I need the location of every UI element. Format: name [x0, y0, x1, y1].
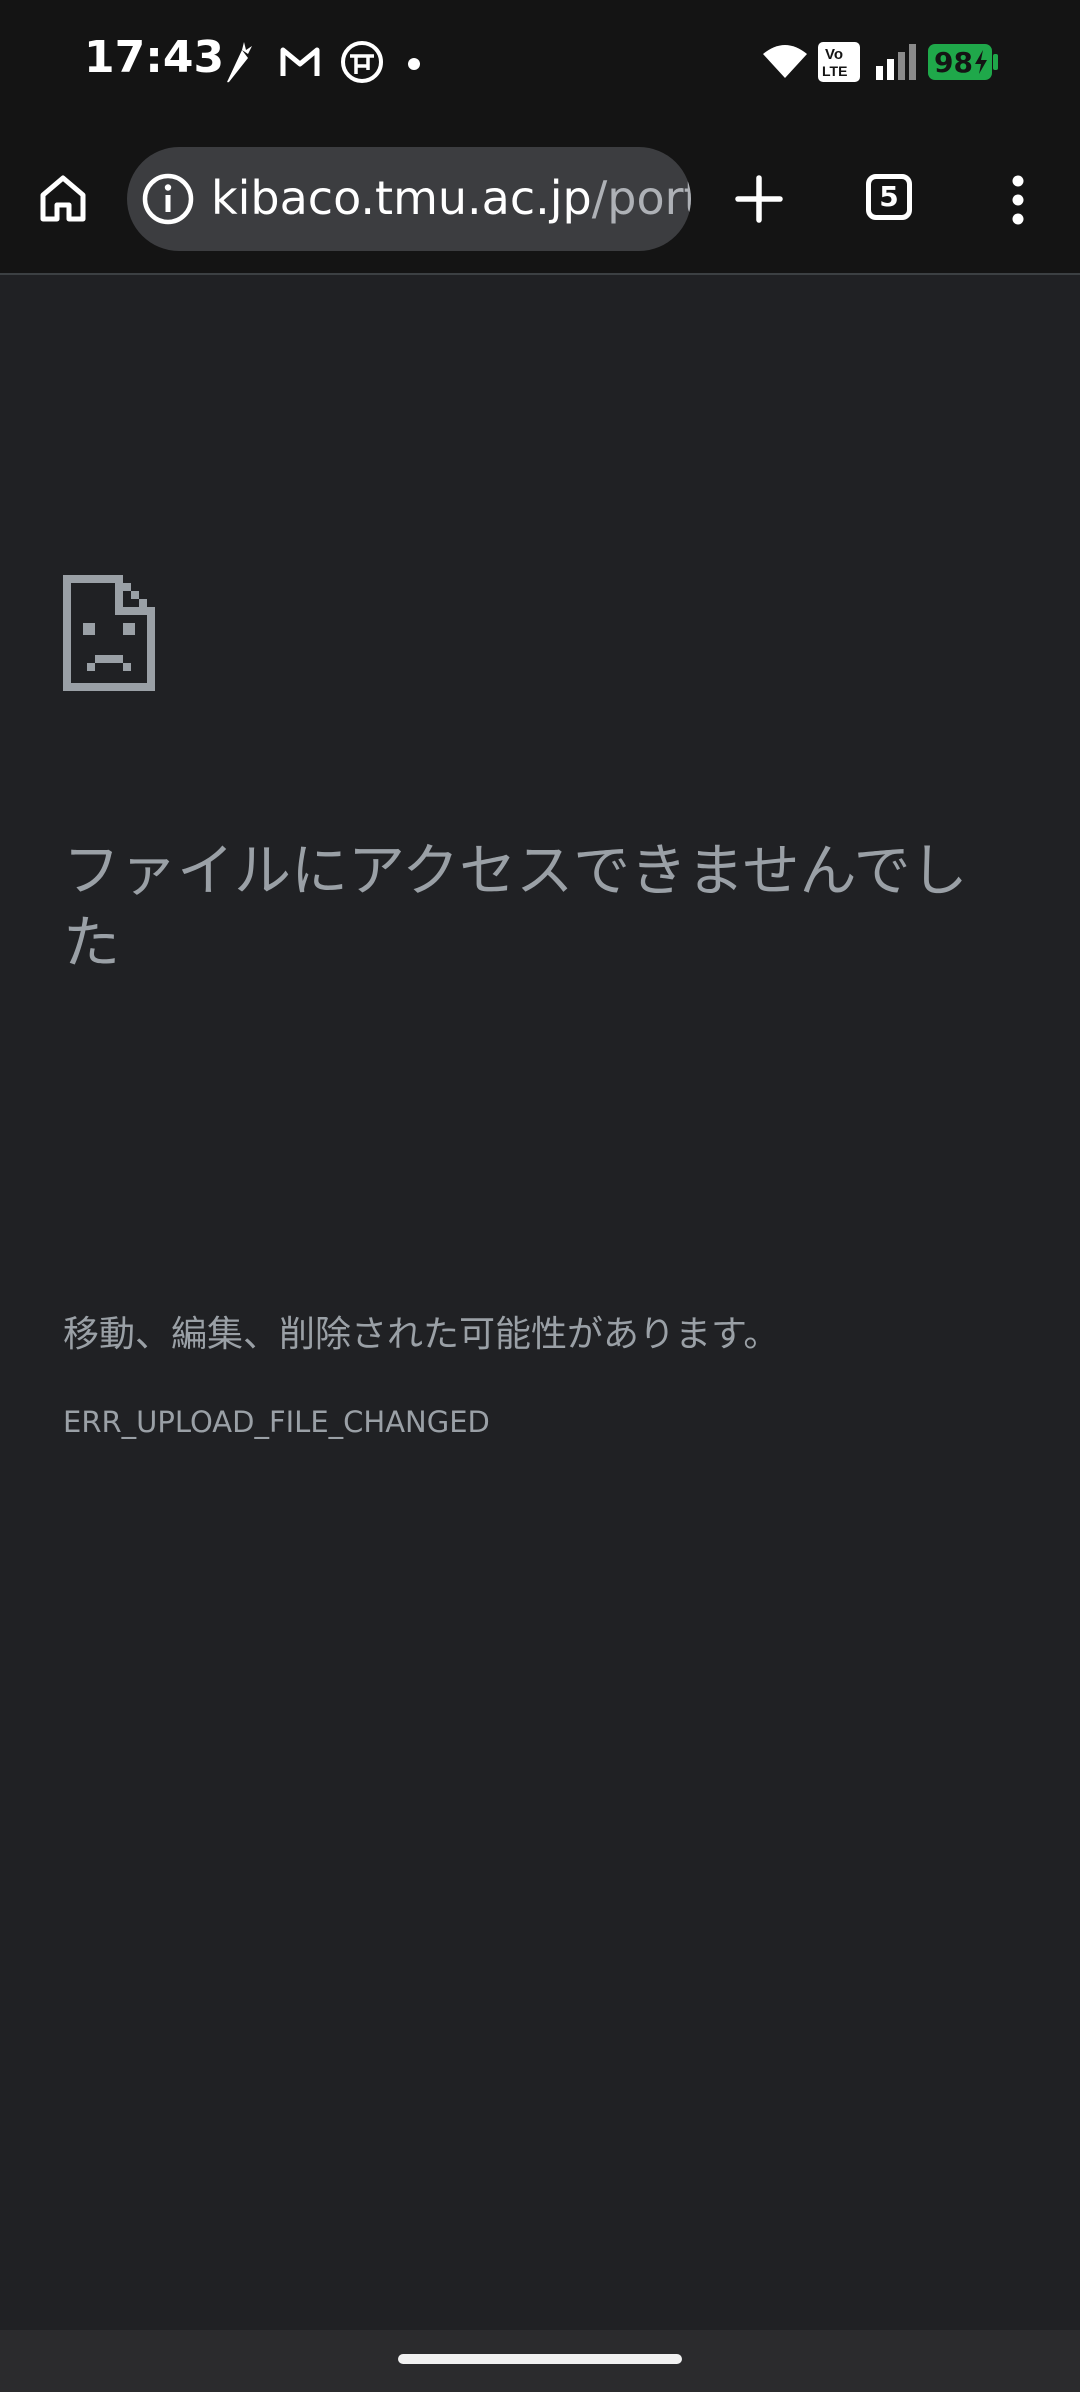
url-text: kibaco.tmu.ac.jp/port [211, 171, 691, 225]
home-icon [40, 175, 86, 222]
globe-app-icon [340, 40, 384, 88]
battery-percent: 98 [934, 46, 973, 79]
svg-text:LTE: LTE [822, 63, 847, 79]
new-tab-button[interactable] [735, 175, 783, 227]
address-bar[interactable]: kibaco.tmu.ac.jp/port [127, 147, 691, 251]
volte-badge: Vo LTE [818, 42, 860, 82]
url-path: /port [591, 171, 691, 225]
battery-tip [993, 54, 998, 70]
three-dots-vertical-icon [1012, 175, 1024, 225]
gmail-icon [280, 46, 320, 82]
error-description: 移動、編集、削除された可能性があります。 [63, 1314, 780, 1355]
tab-count: 5 [879, 180, 899, 213]
home-button[interactable] [38, 173, 88, 227]
plus-icon [735, 175, 783, 223]
error-title: ファイルにアクセスできませんでした [63, 838, 968, 976]
tab-switcher-button[interactable]: 5 [866, 174, 912, 220]
browser-toolbar: kibaco.tmu.ac.jp/port 5 [0, 125, 1080, 275]
carrot-icon [220, 40, 254, 88]
wifi-icon [762, 42, 808, 84]
home-indicator[interactable] [398, 2354, 682, 2364]
more-dot-icon [407, 56, 421, 75]
svg-text:Vo: Vo [825, 46, 843, 63]
sad-file-icon [63, 575, 159, 695]
more-menu-button[interactable] [1008, 175, 1028, 229]
error-page: ファイルにアクセスできませんでした 移動、編集、削除された可能性があります。 E… [0, 275, 1080, 2330]
signal-icon [874, 44, 918, 84]
error-code: ERR_UPLOAD_FILE_CHANGED [63, 1405, 490, 1439]
status-bar: 17:43 Vo LTE 98 [0, 0, 1080, 125]
gesture-nav-bar [0, 2330, 1080, 2392]
url-host: kibaco.tmu.ac.jp [211, 171, 592, 225]
status-time: 17:43 [84, 32, 225, 83]
battery-icon: 98 [928, 44, 992, 80]
info-icon[interactable] [141, 172, 195, 230]
